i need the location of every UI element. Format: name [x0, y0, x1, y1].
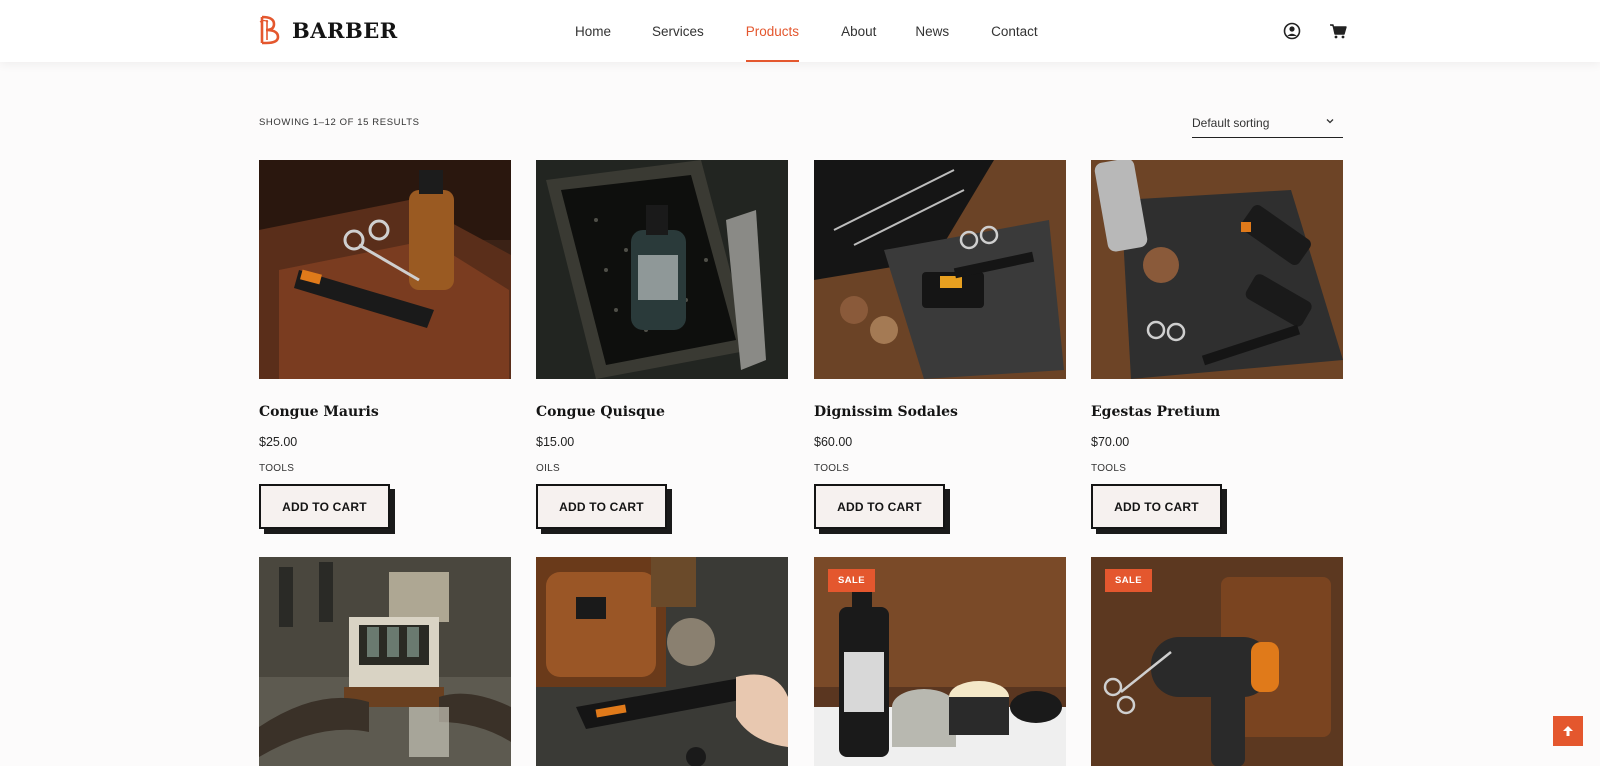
sorting-select[interactable]: Default sorting: [1192, 108, 1343, 138]
add-to-cart-button[interactable]: ADD TO CART: [1091, 484, 1227, 534]
add-to-cart-button[interactable]: ADD TO CART: [259, 484, 395, 534]
arrow-up-icon: [1563, 726, 1573, 736]
product-price: $15.00: [536, 435, 575, 449]
product-title[interactable]: Congue Quisque: [536, 404, 788, 420]
product-image[interactable]: [536, 160, 788, 379]
header-actions: [1283, 22, 1347, 40]
product-image[interactable]: [536, 557, 788, 766]
nav-services[interactable]: Services: [652, 0, 704, 62]
brand-name: BARBER: [292, 17, 398, 43]
chevron-down-icon: [1326, 119, 1334, 124]
site-logo[interactable]: BARBER: [258, 14, 398, 46]
product-image[interactable]: SALE: [1091, 557, 1343, 766]
product-card: [536, 557, 788, 766]
sale-badge: SALE: [828, 569, 875, 592]
main-nav: Home Services Products About News Contac…: [540, 0, 1038, 62]
product-price: $60.00: [814, 435, 853, 449]
product-card: [259, 557, 511, 766]
add-to-cart-label: ADD TO CART: [1091, 484, 1222, 529]
nav-contact[interactable]: Contact: [991, 0, 1038, 62]
sale-badge: SALE: [1105, 569, 1152, 592]
add-to-cart-label: ADD TO CART: [814, 484, 945, 529]
nav-news[interactable]: News: [915, 0, 949, 62]
product-price: $70.00: [1091, 435, 1130, 449]
product-price: $25.00: [259, 435, 298, 449]
add-to-cart-button[interactable]: ADD TO CART: [814, 484, 950, 534]
nav-home[interactable]: Home: [575, 0, 611, 62]
product-image[interactable]: [259, 160, 511, 379]
product-image[interactable]: [1091, 160, 1343, 379]
product-category[interactable]: TOOLS: [814, 463, 1066, 474]
product-category[interactable]: TOOLS: [1091, 463, 1343, 474]
product-card: Dignissim Sodales $60.00 TOOLS ADD TO CA…: [814, 160, 1066, 534]
result-count: SHOWING 1–12 OF 15 RESULTS: [259, 117, 420, 128]
user-icon[interactable]: [1283, 22, 1301, 40]
add-to-cart-label: ADD TO CART: [536, 484, 667, 529]
product-title[interactable]: Congue Mauris: [259, 404, 511, 420]
product-title[interactable]: Egestas Pretium: [1091, 404, 1343, 420]
product-card: Congue Quisque $15.00 OILS ADD TO CART: [536, 160, 788, 534]
logo-icon: [259, 15, 280, 45]
cart-icon[interactable]: [1329, 22, 1347, 40]
product-category[interactable]: TOOLS: [259, 463, 511, 474]
product-image[interactable]: [814, 160, 1066, 379]
scroll-to-top-button[interactable]: [1553, 716, 1583, 746]
product-card: SALE: [814, 557, 1066, 766]
product-card: Egestas Pretium $70.00 TOOLS ADD TO CART: [1091, 160, 1343, 534]
product-image[interactable]: [259, 557, 511, 766]
add-to-cart-button[interactable]: ADD TO CART: [536, 484, 672, 534]
add-to-cart-label: ADD TO CART: [259, 484, 390, 529]
nav-about[interactable]: About: [841, 0, 876, 62]
product-category[interactable]: OILS: [536, 463, 788, 474]
product-title[interactable]: Dignissim Sodales: [814, 404, 1066, 420]
site-header: BARBER Home Services Products About News…: [0, 0, 1600, 62]
product-card: SALE: [1091, 557, 1343, 766]
product-image[interactable]: SALE: [814, 557, 1066, 766]
product-card: Congue Mauris $25.00 TOOLS ADD TO CART: [259, 160, 511, 534]
nav-products[interactable]: Products: [745, 0, 800, 62]
sorting-value: Default sorting: [1192, 116, 1270, 130]
